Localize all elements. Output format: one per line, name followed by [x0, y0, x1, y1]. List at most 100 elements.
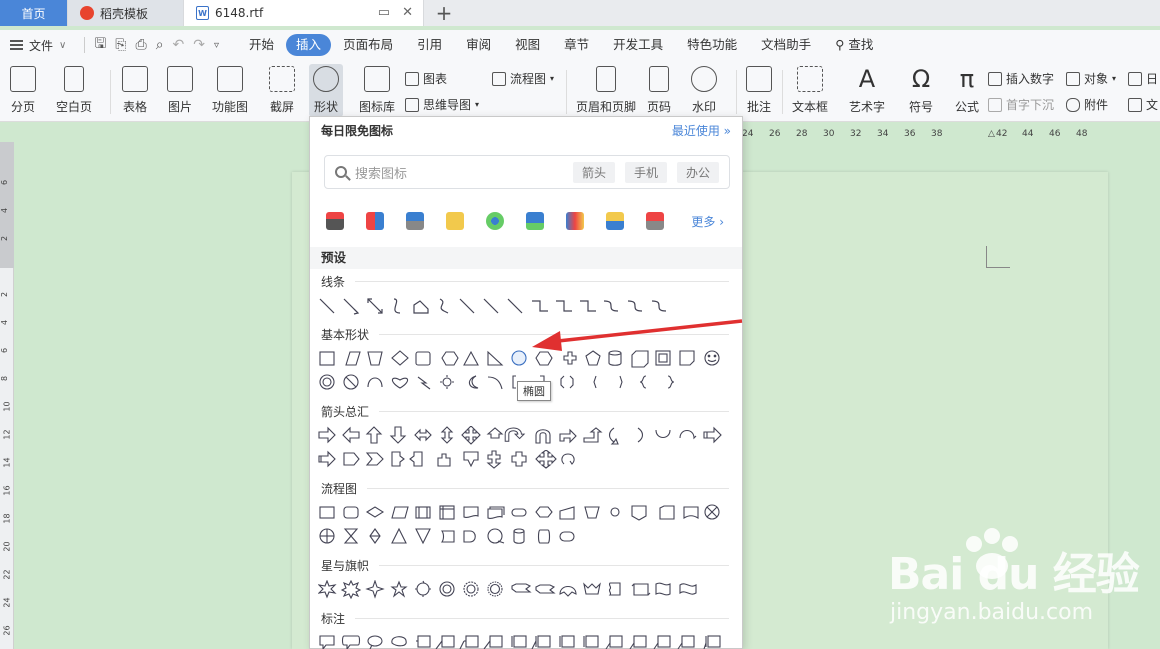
search-chip-office[interactable]: 办公: [676, 161, 719, 183]
insert-number-button[interactable]: 插入数字: [988, 70, 1054, 87]
recently-used-link[interactable]: 最近使用 »: [672, 122, 731, 139]
omega-icon: Ω: [911, 65, 931, 93]
menu-item-find[interactable]: ⚲ 查找: [823, 34, 885, 56]
separator: [566, 70, 567, 114]
mindmap-button[interactable]: 思维导图 ▾: [405, 96, 479, 113]
menu-item-section[interactable]: 章节: [552, 34, 601, 56]
person-desk-icon[interactable]: [406, 212, 424, 230]
network-icon[interactable]: [486, 212, 504, 230]
blank-page-button[interactable]: 空白页: [56, 66, 92, 115]
object-button[interactable]: 对象 ▾: [1066, 70, 1116, 87]
presentation-icon[interactable]: [526, 212, 544, 230]
picture-button[interactable]: 图片: [167, 66, 193, 115]
tab-home[interactable]: 首页: [0, 0, 68, 26]
flowchart-shapes-1[interactable]: [318, 503, 738, 523]
menu-item-references[interactable]: 引用: [405, 34, 454, 56]
attachment-button[interactable]: 附件: [1066, 96, 1108, 113]
customize-icon[interactable]: ▿: [214, 40, 219, 51]
screenshot-button[interactable]: 截屏: [269, 66, 295, 115]
new-tab-button[interactable]: +: [424, 0, 464, 26]
function-chart-button[interactable]: 功能图: [212, 66, 248, 115]
file-menu[interactable]: 文件 ∨: [0, 37, 76, 54]
category-arrows: 箭头总汇: [321, 403, 729, 420]
print-preview-icon[interactable]: ⌕: [156, 37, 164, 53]
icon-library-button[interactable]: 图标库: [359, 66, 395, 115]
tab-document-label: 6148.rtf: [215, 6, 264, 20]
page-break-button[interactable]: 分页: [10, 66, 36, 115]
drop-cap-button[interactable]: 首字下沉: [988, 96, 1054, 113]
comment-button[interactable]: 批注: [746, 66, 772, 115]
paperclip-icon: [1066, 97, 1080, 112]
icon-library-icon: [364, 66, 390, 92]
chair-icon[interactable]: [326, 212, 344, 230]
document-icon: [1128, 97, 1142, 112]
arrow-shapes-1[interactable]: [318, 425, 738, 446]
print-icon[interactable]: ⎙: [135, 37, 146, 53]
close-tab-icon[interactable]: ✕: [402, 5, 413, 20]
document-part-button[interactable]: 文: [1128, 96, 1158, 113]
ruler-indent-marker[interactable]: △: [988, 129, 995, 139]
table-button[interactable]: 表格: [122, 66, 148, 115]
float-window-icon[interactable]: ▭: [378, 5, 390, 20]
accountant-icon[interactable]: [606, 212, 624, 230]
page-number-icon: [649, 66, 669, 92]
flowchart-shapes-2[interactable]: [318, 527, 738, 547]
separator: [782, 70, 783, 114]
header-footer-icon: [596, 66, 616, 92]
free-icons-row: 更多 ›: [326, 209, 736, 233]
separator: [110, 70, 111, 114]
menu-item-developer[interactable]: 开发工具: [601, 34, 675, 56]
search-icon: [335, 166, 347, 178]
format-painter-icon[interactable]: ⎘: [115, 37, 126, 53]
formula-button[interactable]: π 公式: [954, 66, 980, 115]
preset-section-header: 预设: [310, 247, 742, 269]
find-label: 查找: [848, 37, 874, 52]
icon-search-input[interactable]: 搜索图标: [355, 163, 573, 182]
line-shapes[interactable]: [318, 297, 738, 317]
save-icon[interactable]: 🖫: [94, 33, 106, 57]
chart-button[interactable]: 图表: [405, 70, 447, 87]
watermark-icon: [691, 66, 717, 92]
header-footer-button[interactable]: 页眉和页脚: [576, 66, 636, 115]
tab-bar: 首页 稻壳模板 W 6148.rtf ▭ ✕ +: [0, 0, 1160, 26]
lock-icon[interactable]: [446, 212, 464, 230]
star-shapes[interactable]: [317, 579, 738, 600]
textbox-button[interactable]: 文本框: [792, 66, 828, 115]
tab-document[interactable]: W 6148.rtf ▭ ✕: [184, 0, 424, 26]
search-chip-arrow[interactable]: 箭头: [572, 161, 615, 183]
page-number-button[interactable]: 页码: [647, 66, 671, 115]
redo-icon[interactable]: ↷: [193, 37, 205, 53]
tab-template-label: 稻壳模板: [100, 6, 149, 21]
screenshot-icon: [269, 66, 295, 92]
menu-item-view[interactable]: 视图: [503, 34, 552, 56]
flowchart-icon: [492, 71, 506, 86]
menu-item-start[interactable]: 开始: [237, 34, 286, 56]
shapes-row-callouts: [318, 633, 738, 649]
watermark-button[interactable]: 水印: [691, 66, 717, 115]
building-icon[interactable]: [366, 212, 384, 230]
menu-item-doc-assistant[interactable]: 文档助手: [749, 34, 823, 56]
team-icon[interactable]: [566, 212, 584, 230]
house-coin-icon[interactable]: [646, 212, 664, 230]
menu-item-features[interactable]: 特色功能: [675, 34, 749, 56]
mindmap-icon: [405, 97, 419, 112]
shape-button[interactable]: 形状: [309, 64, 343, 117]
callout-shapes[interactable]: [318, 633, 738, 649]
category-lines: 线条: [321, 273, 729, 290]
icon-search-box[interactable]: 搜索图标 箭头 手机 办公: [324, 155, 730, 189]
horizontal-ruler: 24 26 28 30 32 34 36 38 △ 42 44 46 48: [742, 129, 1088, 139]
wordart-button[interactable]: A 艺术字: [849, 66, 885, 115]
symbol-button[interactable]: Ω 符号: [908, 66, 934, 115]
baidu-jingyan-watermark: Bai du 经验 jingyan.baidu.com: [880, 528, 1150, 640]
category-callouts: 标注: [321, 610, 729, 627]
search-chip-phone[interactable]: 手机: [624, 161, 667, 183]
date-button[interactable]: 日: [1128, 70, 1158, 87]
more-icons-link[interactable]: 更多 ›: [691, 213, 724, 230]
menu-item-layout[interactable]: 页面布局: [331, 34, 405, 56]
flowchart-button[interactable]: 流程图 ▾: [492, 70, 554, 87]
undo-icon[interactable]: ↶: [173, 37, 185, 53]
menu-item-insert[interactable]: 插入: [286, 34, 332, 56]
menu-item-review[interactable]: 审阅: [454, 34, 503, 56]
tab-template[interactable]: 稻壳模板: [68, 0, 184, 26]
arrow-shapes-2[interactable]: [318, 449, 738, 470]
